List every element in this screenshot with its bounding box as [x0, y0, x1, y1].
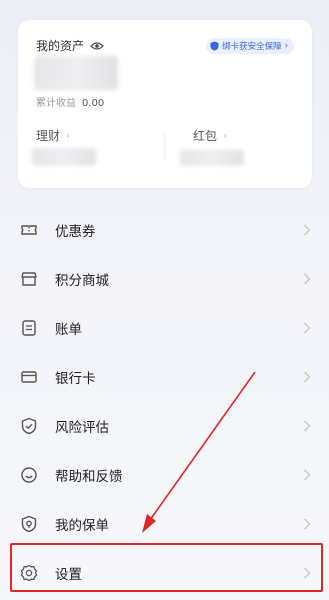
menu-item-help-feedback[interactable]: 帮助和反馈	[0, 450, 329, 499]
red-packet-label: 红包	[193, 129, 218, 143]
menu-label: 帮助和反馈	[55, 468, 123, 485]
wealth-link[interactable]: 理财 ›	[36, 127, 70, 144]
policy-icon	[21, 515, 37, 532]
assets-card: 我的资产 绑卡获安全保障 › 累计收益 0.00 理财 › 红包 ›	[18, 20, 312, 188]
menu-item-points-mall[interactable]: 积分商城	[0, 254, 329, 303]
menu-label: 我的保单	[55, 517, 109, 534]
smile-icon	[21, 466, 37, 483]
store-icon	[21, 271, 37, 286]
menu-label: 账单	[55, 321, 82, 338]
menu-label: 风险评估	[55, 419, 109, 436]
menu-label: 积分商城	[55, 272, 109, 289]
menu-item-risk-assessment[interactable]: 风险评估	[0, 401, 329, 450]
blurred-balance	[34, 56, 118, 90]
earnings: 累计收益 0.00	[36, 94, 104, 109]
assets-title-label: 我的资产	[36, 39, 85, 53]
chevron-right-icon	[304, 420, 311, 431]
chevron-right-icon: ›	[284, 41, 288, 51]
menu-list: 优惠券 积分商城 账单 银行卡 风险评估 帮助和反馈 我的保单 设置	[0, 205, 329, 597]
wealth-label: 理财	[36, 129, 61, 143]
shield-icon	[210, 41, 219, 51]
shield-check-icon	[21, 417, 37, 434]
eye-icon[interactable]	[90, 41, 104, 51]
red-packet-link[interactable]: 红包 ›	[193, 127, 227, 144]
settings-highlight-box	[10, 543, 323, 592]
chevron-right-icon	[304, 371, 311, 382]
menu-item-coupons[interactable]: 优惠券	[0, 205, 329, 254]
chevron-right-icon	[304, 518, 311, 529]
divider	[164, 132, 165, 160]
card-icon	[21, 370, 37, 383]
chevron-right-icon	[304, 224, 311, 235]
menu-item-bills[interactable]: 账单	[0, 303, 329, 352]
bill-icon	[22, 319, 36, 336]
ticket-icon	[21, 224, 37, 235]
menu-label: 银行卡	[55, 370, 96, 387]
chevron-right-icon: ›	[66, 129, 71, 142]
bind-card-badge[interactable]: 绑卡获安全保障 ›	[206, 38, 294, 54]
assets-title: 我的资产	[36, 37, 104, 54]
chevron-right-icon: ›	[223, 129, 228, 142]
blurred-wealth-value	[32, 148, 96, 166]
earnings-label: 累计收益	[36, 98, 76, 109]
menu-item-my-policy[interactable]: 我的保单	[0, 499, 329, 548]
blurred-red-packet-value	[180, 150, 244, 166]
menu-item-bank-card[interactable]: 银行卡	[0, 352, 329, 401]
chevron-right-icon	[304, 469, 311, 480]
menu-label: 优惠券	[55, 223, 96, 240]
chevron-right-icon	[304, 322, 311, 333]
earnings-value: 0.00	[82, 98, 105, 109]
badge-label: 绑卡获安全保障	[222, 42, 282, 52]
chevron-right-icon	[304, 273, 311, 284]
